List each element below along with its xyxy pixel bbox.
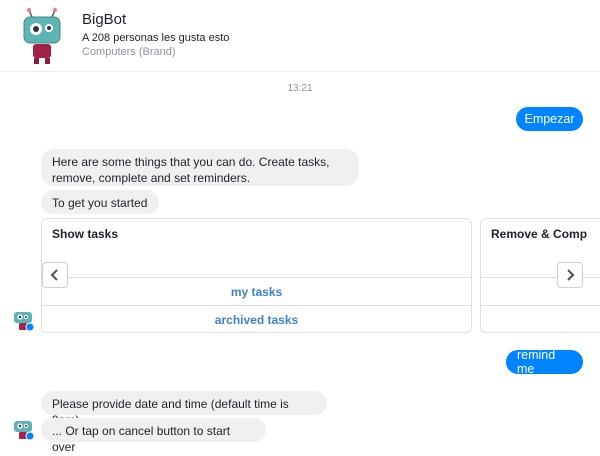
- card-title: Remove & Comp: [491, 227, 588, 241]
- outgoing-message: Empezar: [516, 107, 583, 131]
- chat-header: BigBot A 208 personas les gusta esto Com…: [0, 0, 600, 72]
- message-text: To get you started: [52, 196, 148, 210]
- messenger-badge-icon: [25, 431, 34, 441]
- robot-avatar-icon[interactable]: [12, 308, 34, 332]
- likes-count: A 208 personas les gusta esto: [82, 32, 230, 44]
- message-text: remind me: [517, 348, 556, 376]
- incoming-message: ... Or tap on cancel button to start ove…: [41, 418, 266, 454]
- carousel-next-button[interactable]: [557, 262, 583, 288]
- incoming-message: Please provide date and time (default ti…: [41, 391, 327, 427]
- incoming-message: Here are some things that you can do. Cr…: [41, 149, 359, 186]
- message-timestamp: 13:21: [287, 83, 313, 94]
- card-button[interactable]: [481, 305, 600, 332]
- archived-tasks-button[interactable]: archived tasks: [42, 305, 471, 332]
- chevron-left-icon: [50, 269, 58, 281]
- carousel-prev-button[interactable]: [42, 262, 68, 288]
- messenger-badge-icon: [25, 322, 34, 332]
- bot-name[interactable]: BigBot: [82, 11, 126, 28]
- bot-category: Computers (Brand): [82, 46, 176, 58]
- card-title: Show tasks: [52, 227, 119, 241]
- my-tasks-button[interactable]: my tasks: [42, 277, 471, 305]
- chevron-right-icon: [567, 269, 575, 281]
- robot-avatar-icon[interactable]: [20, 8, 64, 64]
- robot-avatar-icon[interactable]: [12, 417, 34, 441]
- outgoing-message: remind me: [506, 348, 583, 376]
- message-text: ... Or tap on cancel button to start ove…: [52, 424, 231, 454]
- carousel-card: Show tasks my tasks archived tasks: [41, 218, 472, 333]
- message-text: Empezar: [524, 112, 575, 126]
- message-text: Here are some things that you can do. Cr…: [52, 155, 330, 185]
- incoming-message: To get you started: [41, 190, 159, 214]
